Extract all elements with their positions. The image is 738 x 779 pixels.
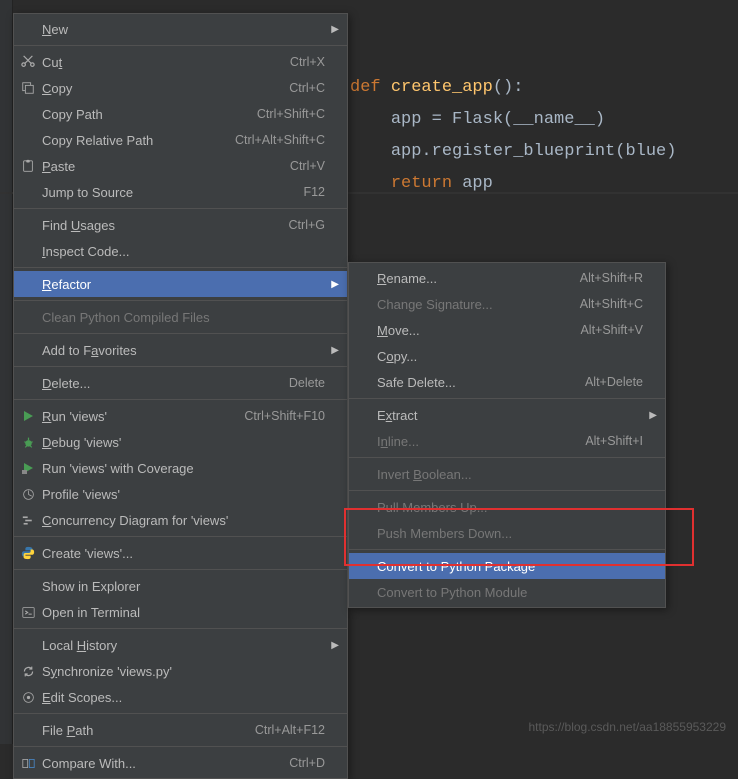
- menu-paste[interactable]: Paste Ctrl+V: [14, 153, 347, 179]
- menu-file-path[interactable]: File Path Ctrl+Alt+F12: [14, 717, 347, 743]
- watermark: https://blog.csdn.net/aa18855953229: [529, 720, 727, 734]
- cut-icon: [20, 54, 36, 70]
- menu-separator: [14, 267, 347, 268]
- copy-icon: [20, 80, 36, 96]
- function-name: create_app: [391, 78, 493, 97]
- submenu-copy[interactable]: Copy...: [349, 343, 665, 369]
- menu-local-history[interactable]: Local History ▶: [14, 632, 347, 658]
- shortcut: Ctrl+G: [279, 218, 325, 232]
- menu-show-in-explorer[interactable]: Show in Explorer: [14, 573, 347, 599]
- coverage-icon: [20, 460, 36, 476]
- menu-separator: [14, 399, 347, 400]
- menu-separator: [14, 366, 347, 367]
- code-line: app.register_blueprint(blue): [391, 142, 677, 161]
- shortcut: Ctrl+Alt+F12: [245, 723, 325, 737]
- menu-debug[interactable]: Debug 'views': [14, 429, 347, 455]
- chevron-right-icon: ▶: [331, 640, 339, 651]
- menu-separator: [14, 746, 347, 747]
- shortcut: Alt+Shift+I: [575, 434, 643, 448]
- compare-icon: [20, 755, 36, 771]
- menu-synchronize[interactable]: Synchronize 'views.py': [14, 658, 347, 684]
- keyword-return: return: [391, 174, 452, 193]
- menu-separator: [14, 628, 347, 629]
- submenu-extract[interactable]: Extract ▶: [349, 402, 665, 428]
- shortcut: Ctrl+V: [280, 159, 325, 173]
- submenu-change-signature: Change Signature... Alt+Shift+C: [349, 291, 665, 317]
- menu-separator: [349, 398, 665, 399]
- run-icon: [20, 408, 36, 424]
- keyword-def: def: [350, 78, 381, 97]
- shortcut: Ctrl+C: [279, 81, 325, 95]
- menu-inspect-code[interactable]: Inspect Code...: [14, 238, 347, 264]
- menu-separator: [14, 208, 347, 209]
- menu-separator: [349, 490, 665, 491]
- chevron-right-icon: ▶: [331, 345, 339, 356]
- sync-icon: [20, 663, 36, 679]
- debug-icon: [20, 434, 36, 450]
- menu-compare-with[interactable]: Compare With... Ctrl+D: [14, 750, 347, 776]
- menu-run[interactable]: Run 'views' Ctrl+Shift+F10: [14, 403, 347, 429]
- shortcut: Delete: [279, 376, 325, 390]
- diagram-icon: [20, 512, 36, 528]
- menu-clean-pyc: Clean Python Compiled Files: [14, 304, 347, 330]
- menu-delete[interactable]: Delete... Delete: [14, 370, 347, 396]
- shortcut: Ctrl+Alt+Shift+C: [225, 133, 325, 147]
- submenu-invert-boolean: Invert Boolean...: [349, 461, 665, 487]
- menu-open-in-terminal[interactable]: Open in Terminal: [14, 599, 347, 625]
- menu-create[interactable]: Create 'views'...: [14, 540, 347, 566]
- shortcut: Ctrl+D: [279, 756, 325, 770]
- shortcut: F12: [293, 185, 325, 199]
- chevron-right-icon: ▶: [331, 24, 339, 35]
- shortcut: Ctrl+Shift+F10: [234, 409, 325, 423]
- menu-concurrency-diagram[interactable]: Concurrency Diagram for 'views': [14, 507, 347, 533]
- scopes-icon: [20, 689, 36, 705]
- menu-new[interactable]: New ▶: [14, 16, 347, 42]
- submenu-push-members-down: Push Members Down...: [349, 520, 665, 546]
- menu-copy-path[interactable]: Copy Path Ctrl+Shift+C: [14, 101, 347, 127]
- terminal-icon: [20, 604, 36, 620]
- shortcut: Alt+Shift+R: [570, 271, 643, 285]
- profile-icon: [20, 486, 36, 502]
- menu-add-to-favorites[interactable]: Add to Favorites ▶: [14, 337, 347, 363]
- submenu-rename[interactable]: Rename... Alt+Shift+R: [349, 265, 665, 291]
- shortcut: Alt+Shift+V: [570, 323, 643, 337]
- submenu-convert-to-module: Convert to Python Module: [349, 579, 665, 605]
- menu-separator: [14, 300, 347, 301]
- chevron-right-icon: ▶: [649, 410, 657, 421]
- code-editor[interactable]: def create_app(): app = Flask(__name__) …: [350, 40, 676, 200]
- menu-separator: [14, 713, 347, 714]
- shortcut: Ctrl+Shift+C: [247, 107, 325, 121]
- menu-separator: [14, 45, 347, 46]
- menu-profile[interactable]: Profile 'views': [14, 481, 347, 507]
- menu-edit-scopes[interactable]: Edit Scopes...: [14, 684, 347, 710]
- submenu-pull-members-up: Pull Members Up...: [349, 494, 665, 520]
- menu-jump-to-source[interactable]: Jump to Source F12: [14, 179, 347, 205]
- context-menu: New ▶ Cut Ctrl+X Copy Ctrl+C Copy Path C…: [13, 13, 348, 779]
- menu-separator: [349, 549, 665, 550]
- menu-copy[interactable]: Copy Ctrl+C: [14, 75, 347, 101]
- menu-separator: [349, 457, 665, 458]
- submenu-inline: Inline... Alt+Shift+I: [349, 428, 665, 454]
- submenu-move[interactable]: Move... Alt+Shift+V: [349, 317, 665, 343]
- shortcut: Ctrl+X: [280, 55, 325, 69]
- menu-refactor[interactable]: Refactor ▶: [14, 271, 347, 297]
- python-icon: [20, 545, 36, 561]
- shortcut: Alt+Delete: [575, 375, 643, 389]
- chevron-right-icon: ▶: [331, 279, 339, 290]
- code-line: app = Flask(: [391, 110, 513, 129]
- paste-icon: [20, 158, 36, 174]
- editor-gutter: [0, 0, 13, 744]
- menu-separator: [14, 536, 347, 537]
- menu-run-coverage[interactable]: Run 'views' with Coverage: [14, 455, 347, 481]
- menu-cut[interactable]: Cut Ctrl+X: [14, 49, 347, 75]
- menu-separator: [14, 569, 347, 570]
- shortcut: Alt+Shift+C: [570, 297, 643, 311]
- submenu-safe-delete[interactable]: Safe Delete... Alt+Delete: [349, 369, 665, 395]
- submenu-convert-to-package[interactable]: Convert to Python Package: [349, 553, 665, 579]
- refactor-submenu: Rename... Alt+Shift+R Change Signature..…: [348, 262, 666, 608]
- menu-find-usages[interactable]: Find Usages Ctrl+G: [14, 212, 347, 238]
- menu-copy-relative-path[interactable]: Copy Relative Path Ctrl+Alt+Shift+C: [14, 127, 347, 153]
- menu-separator: [14, 333, 347, 334]
